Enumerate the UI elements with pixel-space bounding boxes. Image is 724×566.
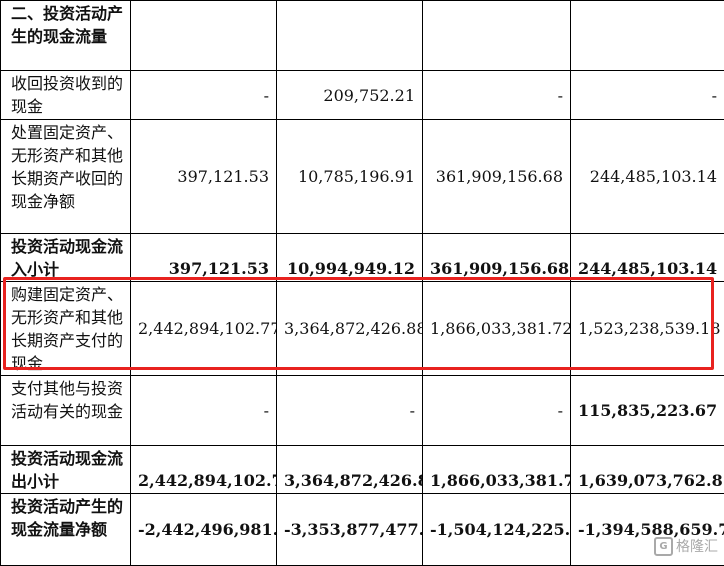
- cell-value: [571, 1, 724, 71]
- cell-value: 1,866,033,381.72: [423, 282, 571, 376]
- row-label: 支付其他与投资活动有关的现金: [1, 376, 131, 446]
- watermark-text: 格隆汇: [676, 536, 718, 556]
- table-row: 支付其他与投资活动有关的现金 - - - 115,835,223.67: [1, 376, 724, 446]
- cell-value: 2,442,894,102.77: [131, 446, 277, 494]
- cell-value: -: [571, 71, 724, 120]
- cell-value: -: [131, 71, 277, 120]
- cell-value: 3,364,872,426.88: [277, 282, 423, 376]
- cell-value: 2,442,894,102.77: [131, 282, 277, 376]
- cash-flow-table: 二、投资活动产生的现金流量 收回投资收到的现金 - 209,752.21 - -…: [0, 0, 724, 566]
- cell-value: 10,785,196.91: [277, 120, 423, 234]
- row-label: 投资活动现金流入小计: [1, 234, 131, 282]
- cell-value: 1,523,238,539.18: [571, 282, 724, 376]
- cell-value: -1,504,124,225.04: [423, 494, 571, 566]
- cell-value: -3,353,877,477.76: [277, 494, 423, 566]
- watermark: G 格隆汇: [654, 536, 718, 556]
- row-label: 二、投资活动产生的现金流量: [1, 1, 131, 71]
- table-row: 收回投资收到的现金 - 209,752.21 - -: [1, 71, 724, 120]
- row-label: 收回投资收到的现金: [1, 71, 131, 120]
- cell-value: 397,121.53: [131, 120, 277, 234]
- watermark-logo-icon: G: [654, 537, 673, 556]
- cell-value: 10,994,949.12: [277, 234, 423, 282]
- cell-value: 361,909,156.68: [423, 234, 571, 282]
- cell-value: [423, 1, 571, 71]
- cell-value: 244,485,103.14: [571, 234, 724, 282]
- row-label: 处置固定资产、无形资产和其他长期资产收回的现金净额: [1, 120, 131, 234]
- table-row: 投资活动现金流入小计 397,121.53 10,994,949.12 361,…: [1, 234, 724, 282]
- cell-value: [277, 1, 423, 71]
- cell-value: [131, 1, 277, 71]
- cell-value: 397,121.53: [131, 234, 277, 282]
- row-label: 投资活动产生的现金流量净额: [1, 494, 131, 566]
- cell-value: 115,835,223.67: [571, 376, 724, 446]
- table-row: 二、投资活动产生的现金流量: [1, 1, 724, 71]
- cell-value: 1,639,073,762.85: [571, 446, 724, 494]
- cell-value: -: [423, 71, 571, 120]
- cell-value: 1,866,033,381.72: [423, 446, 571, 494]
- cell-value: 244,485,103.14: [571, 120, 724, 234]
- cell-value: 209,752.21: [277, 71, 423, 120]
- cell-value: -: [423, 376, 571, 446]
- table-row: 处置固定资产、无形资产和其他长期资产收回的现金净额 397,121.53 10,…: [1, 120, 724, 234]
- cell-value: -: [131, 376, 277, 446]
- row-label: 购建固定资产、无形资产和其他长期资产支付的现金: [1, 282, 131, 376]
- table-row: 投资活动产生的现金流量净额 -2,442,496,981.24 -3,353,8…: [1, 494, 724, 566]
- table-row: 投资活动现金流出小计 2,442,894,102.77 3,364,872,42…: [1, 446, 724, 494]
- table-row: 购建固定资产、无形资产和其他长期资产支付的现金 2,442,894,102.77…: [1, 282, 724, 376]
- cell-value: 3,364,872,426.88: [277, 446, 423, 494]
- row-label: 投资活动现金流出小计: [1, 446, 131, 494]
- cell-value: 361,909,156.68: [423, 120, 571, 234]
- cell-value: -2,442,496,981.24: [131, 494, 277, 566]
- cell-value: -: [277, 376, 423, 446]
